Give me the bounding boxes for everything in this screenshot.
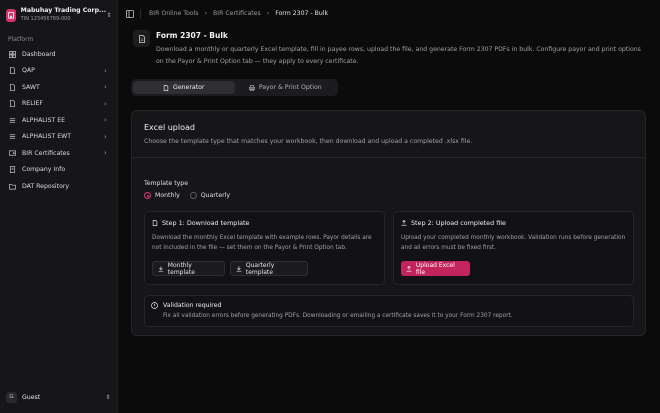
org-tin: TIN 123456789-000 <box>20 16 71 22</box>
breadcrumb-item[interactable]: BIR Certificates <box>213 10 261 17</box>
sidebar-item-label: SAWT <box>22 83 40 91</box>
breadcrumb: BIR Online Tools › BIR Certificates › Fo… <box>149 10 328 17</box>
step2-panel: Step 2: Upload completed file Upload you… <box>393 211 634 285</box>
download-icon <box>236 265 242 272</box>
folder-icon <box>8 182 16 190</box>
tab-label: Generator <box>173 84 205 91</box>
dashboard-icon <box>8 50 16 58</box>
chevron-right-icon: › <box>104 149 107 158</box>
step1-description: Download the monthly Excel template with… <box>152 235 372 251</box>
breadcrumb-item[interactable]: BIR Online Tools <box>149 10 199 17</box>
step2-title-text: Step 2: Upload completed file <box>411 219 506 227</box>
quarterly-template-button[interactable]: Quarterly template <box>230 261 308 276</box>
user-menu[interactable]: G Guest ⇕ <box>6 389 112 405</box>
breadcrumb-separator: › <box>266 10 270 17</box>
step1-title-text: Step 1: Download template <box>162 219 250 227</box>
sidebar-item-alphalist-ewt[interactable]: ALPHALIST EWT › <box>4 129 114 146</box>
step2-description: Upload your completed monthly workbook. … <box>401 235 626 251</box>
file-icon <box>8 100 16 108</box>
step2-title: Step 2: Upload completed file <box>401 219 506 227</box>
sidebar-item-label: ALPHALIST EWT <box>22 133 72 141</box>
alert-description: Fix all validation errors before generat… <box>163 313 513 319</box>
button-label: Monthly template <box>167 261 195 276</box>
org-name: Mabuhay Trading Corp... <box>20 7 107 14</box>
sidebar-item-label: BIR Certificates <box>22 149 70 157</box>
sidebar-item-label: QAP <box>22 67 35 75</box>
tab-list: Generator Payor & Print Option <box>131 79 338 96</box>
list-icon <box>8 116 16 124</box>
radio-label: Quarterly <box>200 192 231 199</box>
info-circle-icon <box>151 302 158 309</box>
list-icon <box>8 133 16 141</box>
sidebar-item-company-info[interactable]: Company Info <box>4 162 114 179</box>
alert-title: Validation required <box>163 302 222 309</box>
radio-indicator <box>144 192 151 199</box>
sidebar-item-label: DAT Repository <box>22 182 70 190</box>
sidebar-item-relief[interactable]: RELIEF › <box>4 96 114 113</box>
breadcrumb-separator: › <box>204 10 207 17</box>
button-label: Upload Excel file <box>415 261 455 276</box>
step1-panel: Step 1: Download template Download the m… <box>144 211 385 285</box>
page-title: Form 2307 - Bulk <box>156 31 228 40</box>
upload-excel-button[interactable]: Upload Excel file <box>401 261 470 276</box>
chevron-right-icon: › <box>104 99 107 108</box>
monthly-template-button[interactable]: Monthly template <box>152 261 225 276</box>
excel-upload-card: Excel upload Choose the template type th… <box>131 110 646 336</box>
building-icon <box>6 8 16 22</box>
document-icon <box>133 30 150 47</box>
sidebar: Mabuhay Trading Corp... TIN 123456789-00… <box>0 0 118 413</box>
file-icon <box>8 67 16 75</box>
sidebar-item-qap[interactable]: QAP › <box>4 63 114 80</box>
card-description: Choose the template type that matches yo… <box>144 138 473 145</box>
file-icon <box>8 83 16 91</box>
validation-alert: Validation required Fix all validation e… <box>144 295 634 327</box>
template-type-label: Template type <box>144 180 189 187</box>
chevron-right-icon: › <box>104 83 107 92</box>
radio-label: Monthly <box>155 192 180 199</box>
sidebar-toggle-icon[interactable] <box>126 10 134 18</box>
sidebar-item-label: Company Info <box>22 166 66 174</box>
page-description: Download a monthly or quarterly Excel te… <box>156 46 641 65</box>
sidebar-item-label: Dashboard <box>22 50 56 58</box>
sidebar-item-bir-certificates[interactable]: BIR Certificates › <box>4 145 114 162</box>
tab-label: Payor & Print Option <box>258 84 322 91</box>
tab-payor-print-option[interactable]: Payor & Print Option <box>235 81 337 94</box>
tab-generator[interactable]: Generator <box>133 81 235 94</box>
org-switcher[interactable]: Mabuhay Trading Corp... TIN 123456789-00… <box>6 6 112 24</box>
chevron-up-down-icon: ⇕ <box>106 11 112 19</box>
sidebar-item-sawt[interactable]: SAWT › <box>4 79 114 96</box>
sidebar-item-dashboard[interactable]: Dashboard <box>4 46 114 63</box>
template-type-radio-group: Monthly Quarterly <box>144 192 230 199</box>
certificate-icon <box>8 149 16 157</box>
button-label: Quarterly template <box>245 261 275 276</box>
step1-title: Step 1: Download template <box>152 219 249 227</box>
document-icon <box>152 220 158 226</box>
download-icon <box>158 265 164 271</box>
sidebar-section-label: Platform <box>8 36 34 43</box>
chevron-right-icon: › <box>104 66 107 75</box>
topbar: BIR Online Tools › BIR Certificates › Fo… <box>118 0 660 28</box>
card-header: Excel upload Choose the template type th… <box>132 111 645 158</box>
sidebar-item-dat-repository[interactable]: DAT Repository <box>4 178 114 195</box>
card-title: Excel upload <box>144 123 195 132</box>
sidebar-item-label: ALPHALIST EE <box>22 116 66 124</box>
radio-monthly[interactable]: Monthly <box>144 192 180 199</box>
sidebar-item-alphalist-ee[interactable]: ALPHALIST EE › <box>4 112 114 129</box>
printer-icon <box>248 84 255 91</box>
chevron-right-icon: › <box>104 116 107 125</box>
sidebar-nav: Dashboard QAP › SAWT › RELIEF › ALPHALIS… <box>4 46 114 195</box>
radio-quarterly[interactable]: Quarterly <box>189 192 231 199</box>
avatar: G <box>6 391 17 403</box>
document-icon <box>163 84 169 91</box>
chevron-right-icon: › <box>104 132 107 141</box>
breadcrumb-current: Form 2307 - Bulk <box>275 10 329 17</box>
radio-indicator <box>189 192 197 199</box>
upload-icon <box>406 265 412 272</box>
user-name: Guest <box>22 393 41 401</box>
building-icon <box>8 166 16 174</box>
upload-icon <box>401 220 407 226</box>
sidebar-item-label: RELIEF <box>22 100 43 108</box>
divider <box>140 9 141 19</box>
chevron-up-down-icon: ⇕ <box>105 393 111 401</box>
